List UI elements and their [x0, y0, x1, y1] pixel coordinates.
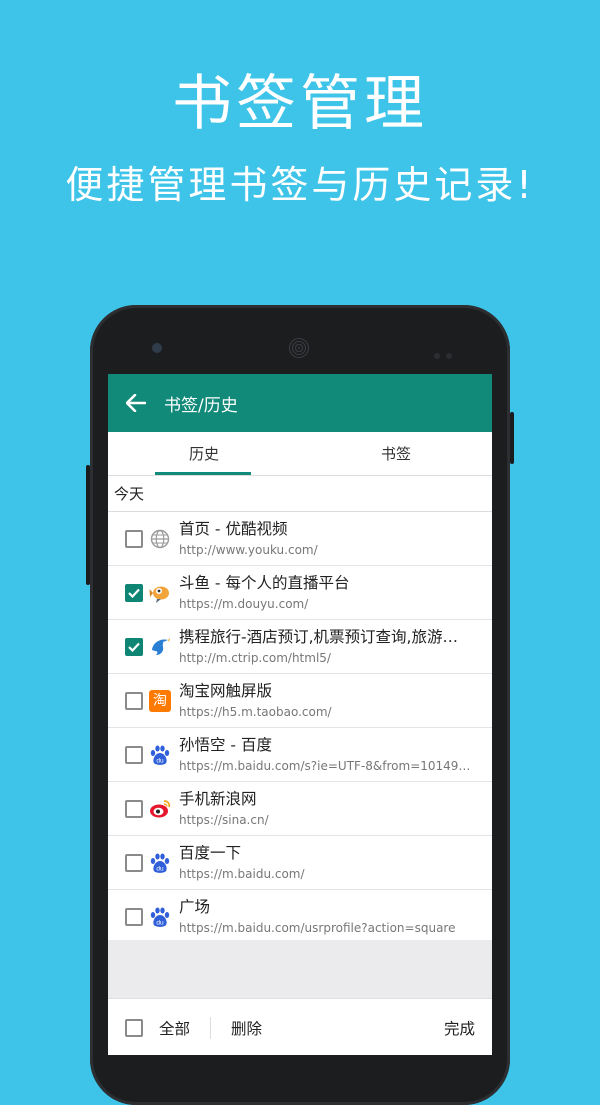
front-camera [152, 343, 162, 353]
item-title: 淘宝网触屏版 [179, 681, 273, 700]
active-tab-indicator [155, 472, 251, 475]
item-title: 孙悟空 - 百度 [179, 735, 272, 754]
item-url: https://m.douyu.com/ [179, 596, 309, 611]
section-header-today: 今天 [108, 476, 492, 512]
app-bar: 书签/历史 [108, 374, 492, 432]
bottom-action-bar: 全部 删除 完成 [108, 998, 492, 1055]
baidu-paw-icon: du [149, 744, 171, 766]
list-empty-area [108, 940, 492, 998]
item-url: http://www.youku.com/ [179, 542, 318, 557]
item-checkbox[interactable] [125, 529, 143, 548]
item-checkbox[interactable] [125, 637, 143, 656]
history-item[interactable]: 携程旅行-酒店预订,机票预订查询,旅游度假,商旅管理 http://m.ctri… [108, 620, 492, 674]
item-url: https://h5.m.taobao.com/ [179, 704, 332, 719]
history-item[interactable]: 斗鱼 - 每个人的直播平台 https://m.douyu.com/ [108, 566, 492, 620]
baidu-paw-icon: du [149, 852, 171, 874]
item-url: https://m.baidu.com/ [179, 866, 305, 881]
item-checkbox[interactable] [125, 907, 143, 926]
ctrip-dolphin-icon [149, 636, 171, 658]
select-all-checkbox[interactable] [125, 1018, 143, 1037]
item-title: 携程旅行-酒店预订,机票预订查询,旅游度假,商旅管理 [179, 627, 471, 646]
taobao-icon-glyph: 淘 [149, 689, 171, 712]
promo-subtitle: 便捷管理书签与历史记录! [65, 163, 535, 207]
weibo-eye-icon [149, 798, 171, 820]
history-list: 首页 - 优酷视频 http://www.youku.com/ 斗鱼 - 每个人… [108, 512, 492, 944]
back-arrow-icon[interactable] [108, 374, 164, 432]
phone-screen: 书签/历史 历史 书签 今天 首页 - 优酷视频 http://www.youk… [108, 374, 492, 1055]
globe-icon [149, 528, 171, 550]
history-item[interactable]: du 孙悟空 - 百度 https://m.baidu.com/s?ie=UTF… [108, 728, 492, 782]
history-item[interactable]: 淘 淘宝网触屏版 https://h5.m.taobao.com/ [108, 674, 492, 728]
history-item[interactable]: du 广场 https://m.baidu.com/usrprofile?act… [108, 890, 492, 944]
item-title: 斗鱼 - 每个人的直播平台 [179, 573, 350, 592]
item-checkbox[interactable] [125, 799, 143, 818]
delete-button[interactable]: 删除 [231, 1017, 262, 1039]
history-item[interactable]: du 百度一下 https://m.baidu.com/ [108, 836, 492, 890]
item-url: https://m.baidu.com/usrprofile?action=sq… [179, 920, 456, 935]
appbar-title: 书签/历史 [164, 395, 238, 416]
taobao-icon: 淘 [149, 689, 171, 712]
baidu-du-text: du [156, 757, 164, 764]
item-checkbox[interactable] [125, 745, 143, 764]
volume-button [86, 465, 90, 585]
item-title: 手机新浪网 [179, 789, 257, 808]
history-item[interactable]: 手机新浪网 https://sina.cn/ [108, 782, 492, 836]
checkmark-icon [128, 588, 140, 598]
tab-bar: 历史 书签 [108, 432, 492, 476]
select-all-label[interactable]: 全部 [159, 1017, 190, 1039]
baidu-du-text: du [156, 919, 164, 926]
baidu-paw-icon: du [149, 906, 171, 928]
proximity-sensors [428, 344, 452, 363]
promo-title: 书签管理 [172, 69, 428, 139]
divider [210, 1016, 212, 1039]
history-item[interactable]: 首页 - 优酷视频 http://www.youku.com/ [108, 512, 492, 566]
item-checkbox[interactable] [125, 853, 143, 872]
item-url: https://m.baidu.com/s?ie=UTF-8&from=1014… [179, 758, 471, 773]
item-title: 广场 [179, 897, 211, 916]
done-button[interactable]: 完成 [444, 1017, 475, 1039]
baidu-du-text: du [156, 865, 164, 872]
item-checkbox[interactable] [125, 691, 143, 710]
item-url: http://m.ctrip.com/html5/ [179, 650, 331, 665]
tab-bookmarks[interactable]: 书签 [300, 432, 492, 475]
item-url: https://sina.cn/ [179, 812, 269, 827]
item-checkbox[interactable] [125, 583, 143, 602]
item-title: 首页 - 优酷视频 [179, 519, 288, 538]
douyu-fish-icon [149, 582, 171, 604]
earpiece-speaker [288, 337, 310, 359]
tab-history[interactable]: 历史 [108, 432, 300, 475]
checkmark-icon [128, 642, 140, 652]
item-title: 百度一下 [179, 843, 242, 862]
power-button [510, 412, 514, 464]
